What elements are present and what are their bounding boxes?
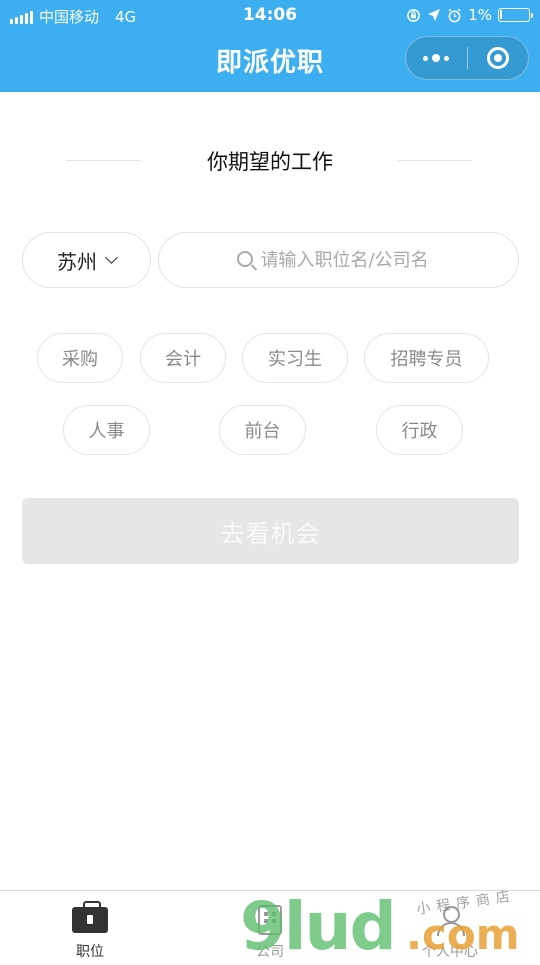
building-icon	[258, 905, 282, 935]
tab-jobs-label: 职位	[76, 944, 104, 960]
tab-jobs[interactable]: 职位	[0, 891, 180, 961]
battery-percent: 1%	[468, 6, 492, 24]
person-icon	[435, 905, 465, 936]
lock-rotation-icon	[407, 8, 421, 22]
tab-bar: 职位 公司 个人中心	[0, 890, 540, 960]
tab-companies-label: 公司	[256, 944, 284, 960]
tag-button[interactable]: 人事	[63, 405, 150, 455]
tag-button[interactable]: 采购	[37, 333, 123, 383]
view-opportunities-button[interactable]: 去看机会	[22, 498, 519, 564]
search-box[interactable]	[158, 232, 519, 288]
tag-button[interactable]: 会计	[140, 333, 226, 383]
tag-button[interactable]: 行政	[376, 405, 463, 455]
tag-button[interactable]: 招聘专员	[364, 333, 489, 383]
search-input[interactable]	[260, 249, 441, 271]
close-button[interactable]	[468, 37, 529, 79]
tab-companies[interactable]: 公司	[180, 891, 360, 961]
search-icon	[236, 251, 253, 267]
close-target-icon	[486, 47, 509, 69]
tag-button[interactable]: 实习生	[242, 333, 348, 383]
city-label: 苏州	[57, 249, 97, 274]
battery-icon	[498, 8, 533, 22]
tag-button[interactable]: 前台	[219, 405, 306, 455]
miniprogram-capsule	[405, 36, 529, 80]
header-bar: 中国移动 4G 14:06 1% 即派优职	[0, 0, 540, 92]
chevron-down-icon	[105, 251, 118, 264]
section-title: 你期望的工作	[207, 150, 333, 174]
tab-profile[interactable]: 个人中心	[360, 891, 540, 961]
tab-profile-label: 个人中心	[422, 944, 478, 960]
divider-right	[398, 160, 472, 161]
briefcase-icon	[72, 901, 108, 933]
more-icon	[423, 54, 450, 62]
more-button[interactable]	[406, 37, 467, 79]
location-icon	[428, 9, 441, 21]
alarm-icon	[448, 8, 461, 22]
city-selector[interactable]: 苏州	[22, 232, 151, 288]
status-right: 1%	[406, 6, 533, 24]
status-bar: 中国移动 4G 14:06 1%	[0, 0, 540, 32]
section-header: 你期望的工作	[0, 146, 540, 176]
